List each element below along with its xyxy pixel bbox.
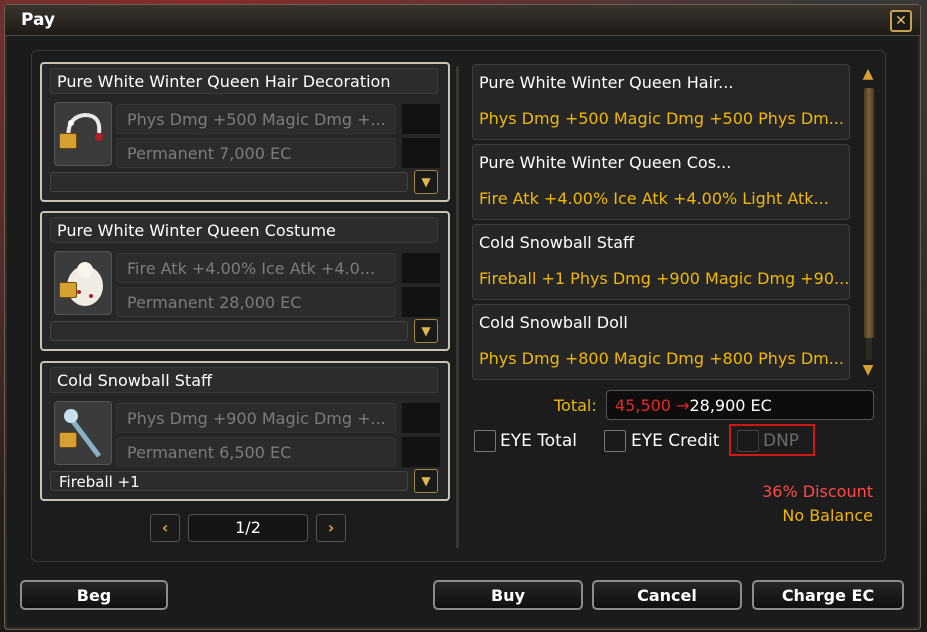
item-stat: Fire Atk +4.00% Ice Atk +4.0... (116, 253, 396, 283)
dnp-label: DNP (763, 431, 800, 451)
summary-item: Pure White Winter Queen Hair... Phys Dmg… (472, 64, 850, 140)
window-title: Pay (21, 10, 56, 30)
item-price-slot (402, 138, 440, 168)
summary-stat: Fire Atk +4.00% Ice Atk +4.00% Light Atk… (479, 189, 829, 208)
eye-total-label: EYE Total (500, 431, 577, 451)
buy-button[interactable]: Buy (433, 580, 583, 610)
cancel-button[interactable]: Cancel (592, 580, 742, 610)
summary-name: Pure White Winter Queen Hair... (479, 73, 734, 92)
summary-scrollbar[interactable]: ▲ ▼ (858, 66, 878, 380)
eye-credit-checkbox[interactable] (604, 430, 626, 452)
scroll-up-icon[interactable]: ▲ (858, 66, 878, 82)
summary-item: Cold Snowball Staff Fireball +1 Phys Dmg… (472, 224, 850, 300)
chevron-left-icon: ‹ (161, 518, 169, 537)
costume-icon (54, 251, 112, 315)
item-stat-slot (402, 403, 440, 433)
summary-stat: Phys Dmg +500 Magic Dmg +500 Phys Dm... (479, 109, 844, 128)
summary-name: Cold Snowball Staff (479, 233, 635, 252)
summary-name: Pure White Winter Queen Cos... (479, 153, 732, 172)
summary-stat: Phys Dmg +800 Magic Dmg +800 Phys Dm... (479, 349, 844, 368)
beg-button[interactable]: Beg (20, 580, 168, 610)
total-field: 45,500 →28,900 EC (606, 390, 874, 420)
item-card[interactable]: Pure White Winter Queen Hair Decoration … (40, 62, 450, 202)
item-stat: Phys Dmg +900 Magic Dmg +... (116, 403, 396, 433)
discounted-price: 28,900 EC (689, 396, 772, 415)
item-name: Pure White Winter Queen Costume (50, 217, 438, 243)
item-stat-slot (402, 253, 440, 283)
prev-page-button[interactable]: ‹ (150, 514, 180, 542)
discount-text: 36% Discount (762, 482, 873, 501)
item-name: Cold Snowball Staff (50, 367, 438, 393)
scroll-down-icon[interactable]: ▼ (858, 362, 878, 378)
item-card[interactable]: Cold Snowball Staff Phys Dmg +900 Magic … (40, 361, 450, 501)
item-price: Permanent 6,500 EC (116, 437, 396, 467)
item-option-select[interactable] (50, 172, 408, 192)
eye-total-checkbox[interactable] (474, 430, 496, 452)
summary-stat: Fireball +1 Phys Dmg +900 Magic Dmg +90.… (479, 269, 850, 288)
charge-ec-button[interactable]: Charge EC (752, 580, 904, 610)
summary-name: Cold Snowball Doll (479, 313, 628, 332)
staff-icon (54, 401, 112, 465)
chevron-down-icon[interactable]: ▼ (414, 170, 438, 194)
item-stat-slot (402, 104, 440, 134)
chevron-down-icon[interactable]: ▼ (414, 319, 438, 343)
chevron-right-icon: › (327, 518, 335, 537)
original-price: 45,500 (615, 396, 671, 415)
item-price-slot (402, 287, 440, 317)
next-page-button[interactable]: › (316, 514, 346, 542)
balance-text: No Balance (782, 506, 873, 525)
chevron-down-icon[interactable]: ▼ (414, 469, 438, 493)
summary-item: Cold Snowball Doll Phys Dmg +800 Magic D… (472, 304, 850, 380)
eye-credit-label: EYE Credit (631, 431, 720, 451)
dnp-checkbox[interactable] (737, 430, 759, 452)
divider (456, 66, 459, 548)
close-icon: ✕ (895, 13, 907, 29)
item-card[interactable]: Pure White Winter Queen Costume Fire Atk… (40, 211, 450, 351)
arrow-right-icon: → (676, 396, 690, 415)
item-price: Permanent 7,000 EC (116, 138, 396, 168)
item-price: Permanent 28,000 EC (116, 287, 396, 317)
item-name: Pure White Winter Queen Hair Decoration (50, 68, 438, 94)
total-label: Total: (554, 396, 597, 415)
page-indicator: 1/2 (188, 514, 308, 542)
item-option-select[interactable]: Fireball +1 (50, 471, 408, 491)
hair-decoration-icon (54, 102, 112, 166)
item-option-select[interactable] (50, 321, 408, 341)
scroll-thumb[interactable] (864, 88, 874, 338)
item-stat: Phys Dmg +500 Magic Dmg +... (116, 104, 396, 134)
titlebar: Pay ✕ (5, 5, 920, 36)
item-price-slot (402, 437, 440, 467)
summary-item: Pure White Winter Queen Cos... Fire Atk … (472, 144, 850, 220)
close-button[interactable]: ✕ (890, 10, 912, 32)
